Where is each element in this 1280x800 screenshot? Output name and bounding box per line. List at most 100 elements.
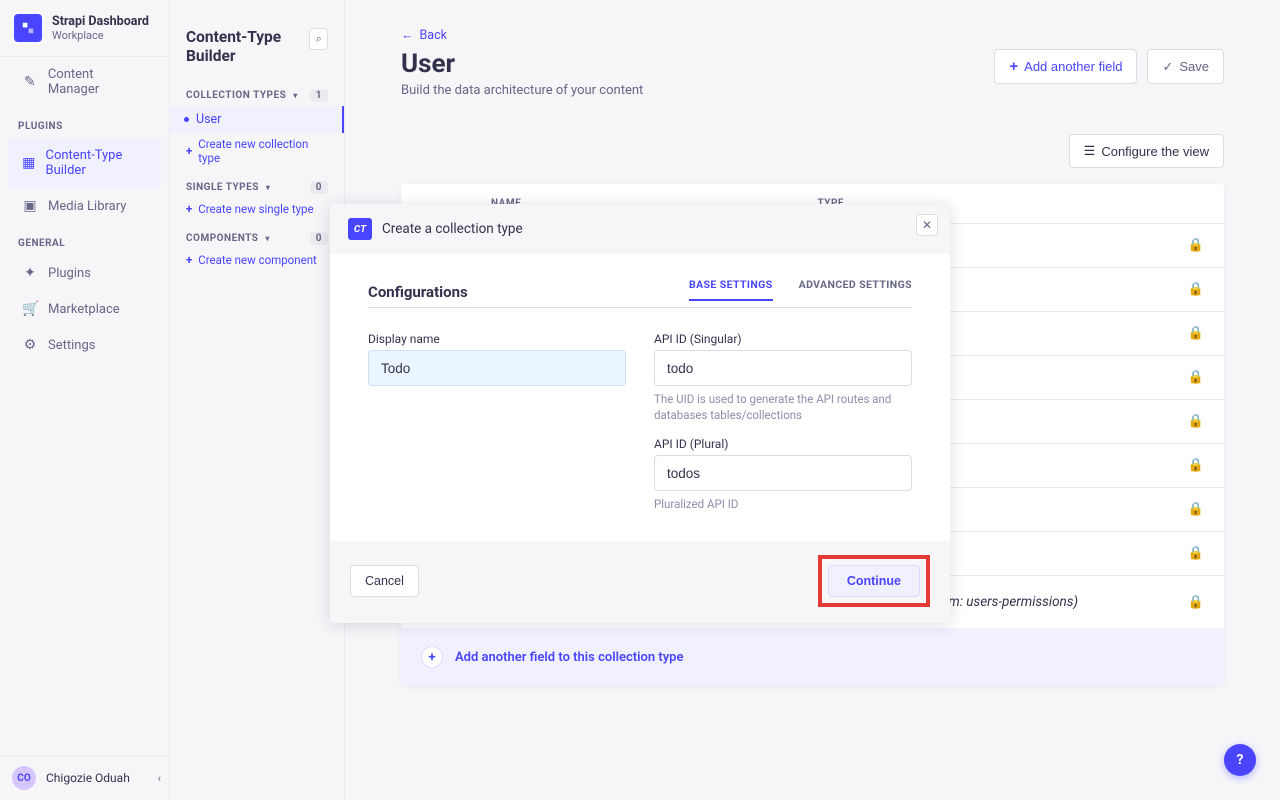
lock-icon: 🔒 (1144, 282, 1204, 297)
nav-settings-label: Settings (48, 338, 95, 353)
lock-icon: 🔒 (1144, 502, 1204, 517)
caret-down-icon: ▾ (293, 91, 298, 100)
single-types-header[interactable]: SINGLE TYPES ▾ 0 (170, 169, 344, 198)
check-icon: ✓ (1162, 59, 1173, 75)
gear-icon: ⚙ (22, 337, 38, 353)
form-columns: Display name API ID (Singular) The UID i… (368, 332, 912, 513)
nav-settings[interactable]: ⚙ Settings (8, 327, 161, 363)
configure-row: ☰ Configure the view (401, 134, 1224, 168)
puzzle-icon: ✦ (22, 265, 38, 281)
plus-icon: + (186, 253, 192, 267)
add-another-field-button[interactable]: + Add another field (994, 49, 1137, 84)
cancel-button[interactable]: Cancel (350, 565, 419, 597)
tab-advanced-settings[interactable]: ADVANCED SETTINGS (799, 278, 912, 301)
api-singular-label: API ID (Singular) (654, 332, 912, 346)
caret-down-icon: ▾ (266, 183, 271, 192)
nav-general-header: GENERAL (0, 224, 169, 255)
nav-plugins[interactable]: ✦ Plugins (8, 255, 161, 291)
brand-logo-icon (14, 14, 42, 42)
footer-username: Chigozie Oduah (46, 771, 130, 785)
lock-icon: 🔒 (1144, 370, 1204, 385)
collection-types-count: 1 (310, 89, 328, 102)
layout-icon: ▦ (22, 155, 36, 171)
continue-button[interactable]: Continue (828, 565, 920, 597)
ct-badge-icon: CT (348, 218, 372, 240)
nav-plugins-label: Plugins (48, 266, 91, 281)
list-icon: ☰ (1084, 143, 1096, 159)
page-desc: Build the data architecture of your cont… (401, 83, 643, 98)
pencil-icon: ✎ (22, 74, 38, 90)
display-name-label: Display name (368, 332, 626, 346)
nav-media-label: Media Library (48, 199, 126, 214)
plus-icon: + (186, 202, 192, 216)
tab-base-settings[interactable]: BASE SETTINGS (689, 278, 773, 301)
ctb-sidebar-title: Content-Type Builder (186, 28, 309, 67)
search-button[interactable]: ⌕ (309, 28, 328, 50)
add-field-row[interactable]: + Add another field to this collection t… (401, 628, 1224, 686)
single-types-count: 0 (310, 181, 328, 194)
header-actions: + Add another field ✓ Save (994, 49, 1224, 84)
modal-title: Create a collection type (382, 221, 523, 237)
col-right: API ID (Singular) The UID is used to gen… (654, 332, 912, 513)
save-button[interactable]: ✓ Save (1147, 49, 1224, 84)
collection-type-user-label: User (196, 112, 221, 127)
api-singular-input[interactable] (654, 350, 912, 386)
lock-icon: 🔒 (1144, 238, 1204, 253)
lock-icon: 🔒 (1144, 546, 1204, 561)
configurations-title: Configurations (368, 283, 468, 301)
chevron-left-icon: ‹ (158, 772, 161, 785)
back-link[interactable]: ← Back (401, 28, 1224, 43)
api-singular-hint: The UID is used to generate the API rout… (654, 392, 912, 423)
lock-icon: 🔒 (1144, 595, 1204, 610)
nav-ctb[interactable]: ▦ Content-Type Builder (8, 138, 161, 188)
brand-subtitle: Workplace (52, 29, 149, 42)
page-title: User (401, 49, 643, 79)
continue-highlight-box: Continue (818, 555, 930, 607)
nav-content-manager-label: Content Manager (48, 67, 147, 97)
avatar: CO (12, 766, 36, 790)
components-header[interactable]: COMPONENTS ▾ 0 (170, 220, 344, 249)
brand-block: Strapi Dashboard Workplace (0, 0, 169, 57)
image-icon: ▣ (22, 198, 38, 214)
create-single-type[interactable]: + Create new single type (170, 198, 344, 220)
lock-icon: 🔒 (1144, 458, 1204, 473)
create-component[interactable]: + Create new component (170, 249, 344, 271)
configure-view-button[interactable]: ☰ Configure the view (1069, 134, 1224, 168)
nav-content-manager[interactable]: ✎ Content Manager (8, 57, 161, 107)
configurations-row: Configurations BASE SETTINGS ADVANCED SE… (368, 278, 912, 308)
nav-media[interactable]: ▣ Media Library (8, 188, 161, 224)
search-icon: ⌕ (316, 32, 322, 46)
close-icon: ✕ (922, 218, 932, 232)
plus-icon: + (1009, 58, 1018, 75)
modal-body: Configurations BASE SETTINGS ADVANCED SE… (330, 254, 950, 541)
create-collection-type[interactable]: + Create new collection type (170, 133, 344, 169)
api-plural-label: API ID (Plural) (654, 437, 912, 451)
nav-plugins-header: PLUGINS (0, 107, 169, 138)
main-sidebar: Strapi Dashboard Workplace ✎ Content Man… (0, 0, 170, 800)
api-plural-input[interactable] (654, 455, 912, 491)
question-icon: ? (1237, 752, 1244, 768)
plus-icon: + (186, 144, 192, 158)
lock-icon: 🔒 (1144, 414, 1204, 429)
cart-icon: 🛒 (22, 301, 38, 317)
nav-marketplace[interactable]: 🛒 Marketplace (8, 291, 161, 327)
help-fab[interactable]: ? (1224, 744, 1256, 776)
ctb-sidebar-header: Content-Type Builder ⌕ (170, 0, 344, 77)
nav-ctb-label: Content-Type Builder (46, 148, 148, 178)
modal-footer: Cancel Continue (330, 541, 950, 623)
collection-types-header[interactable]: COLLECTION TYPES ▾ 1 (170, 77, 344, 106)
collection-type-user[interactable]: User (170, 106, 344, 133)
nav-user-footer[interactable]: CO Chigozie Oduah ‹ (0, 755, 169, 800)
brand-title: Strapi Dashboard (52, 14, 149, 29)
arrow-left-icon: ← (401, 28, 414, 43)
ctb-sidebar: Content-Type Builder ⌕ COLLECTION TYPES … (170, 0, 345, 800)
nav-marketplace-label: Marketplace (48, 302, 120, 317)
components-count: 0 (310, 232, 328, 245)
modal-close-button[interactable]: ✕ (916, 214, 938, 236)
caret-down-icon: ▾ (265, 234, 270, 243)
page-header: User Build the data architecture of your… (401, 49, 1224, 98)
modal-tabs: BASE SETTINGS ADVANCED SETTINGS (689, 278, 912, 301)
create-collection-type-modal: CT Create a collection type ✕ Configurat… (330, 204, 950, 623)
display-name-input[interactable] (368, 350, 626, 386)
brand-text: Strapi Dashboard Workplace (52, 14, 149, 42)
